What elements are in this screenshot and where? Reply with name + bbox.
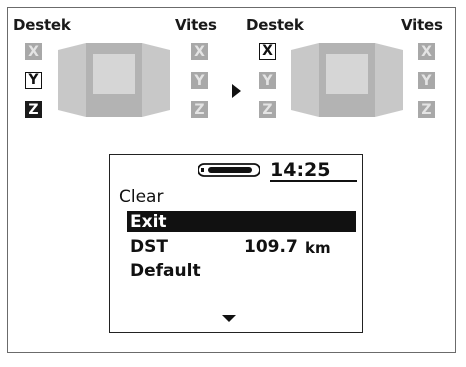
menu-item-dst-label[interactable]: DST — [130, 237, 168, 257]
assist-key-y: Y — [25, 72, 42, 89]
assist-label-left: Destek — [13, 16, 71, 34]
display-unit-left — [58, 43, 170, 117]
shift-key-z-right: Z — [418, 101, 435, 118]
assist-key-z-right: Z — [259, 101, 276, 118]
assist-label-right: Destek — [246, 16, 304, 34]
menu-item-dst-unit: km — [305, 239, 331, 257]
shift-key-z: Z — [191, 101, 208, 118]
assist-key-y-right: Y — [259, 72, 276, 89]
scroll-down-icon — [222, 315, 236, 322]
menu-item-exit-label: Exit — [130, 212, 167, 232]
time-underline — [270, 180, 357, 182]
assist-key-z: Z — [25, 101, 42, 118]
shift-key-y: Y — [191, 72, 208, 89]
display-unit-right — [291, 43, 403, 117]
shift-label-left: Vites — [175, 16, 217, 34]
transition-arrow-icon — [232, 84, 241, 98]
assist-key-x-right: X — [259, 43, 276, 60]
menu-title: Clear — [119, 187, 164, 207]
clock-time: 14:25 — [270, 159, 331, 181]
lcd-screen: 14:25 Clear Exit DST 109.7 km Default — [109, 154, 363, 333]
shift-key-x-right: X — [418, 43, 435, 60]
shift-label-right: Vites — [401, 16, 443, 34]
menu-item-default-label[interactable]: Default — [130, 261, 201, 281]
menu-item-dst-value: 109.7 — [244, 237, 298, 257]
battery-icon — [198, 163, 260, 177]
shift-key-x: X — [191, 43, 208, 60]
shift-key-y-right: Y — [418, 72, 435, 89]
assist-key-x: X — [25, 43, 42, 60]
